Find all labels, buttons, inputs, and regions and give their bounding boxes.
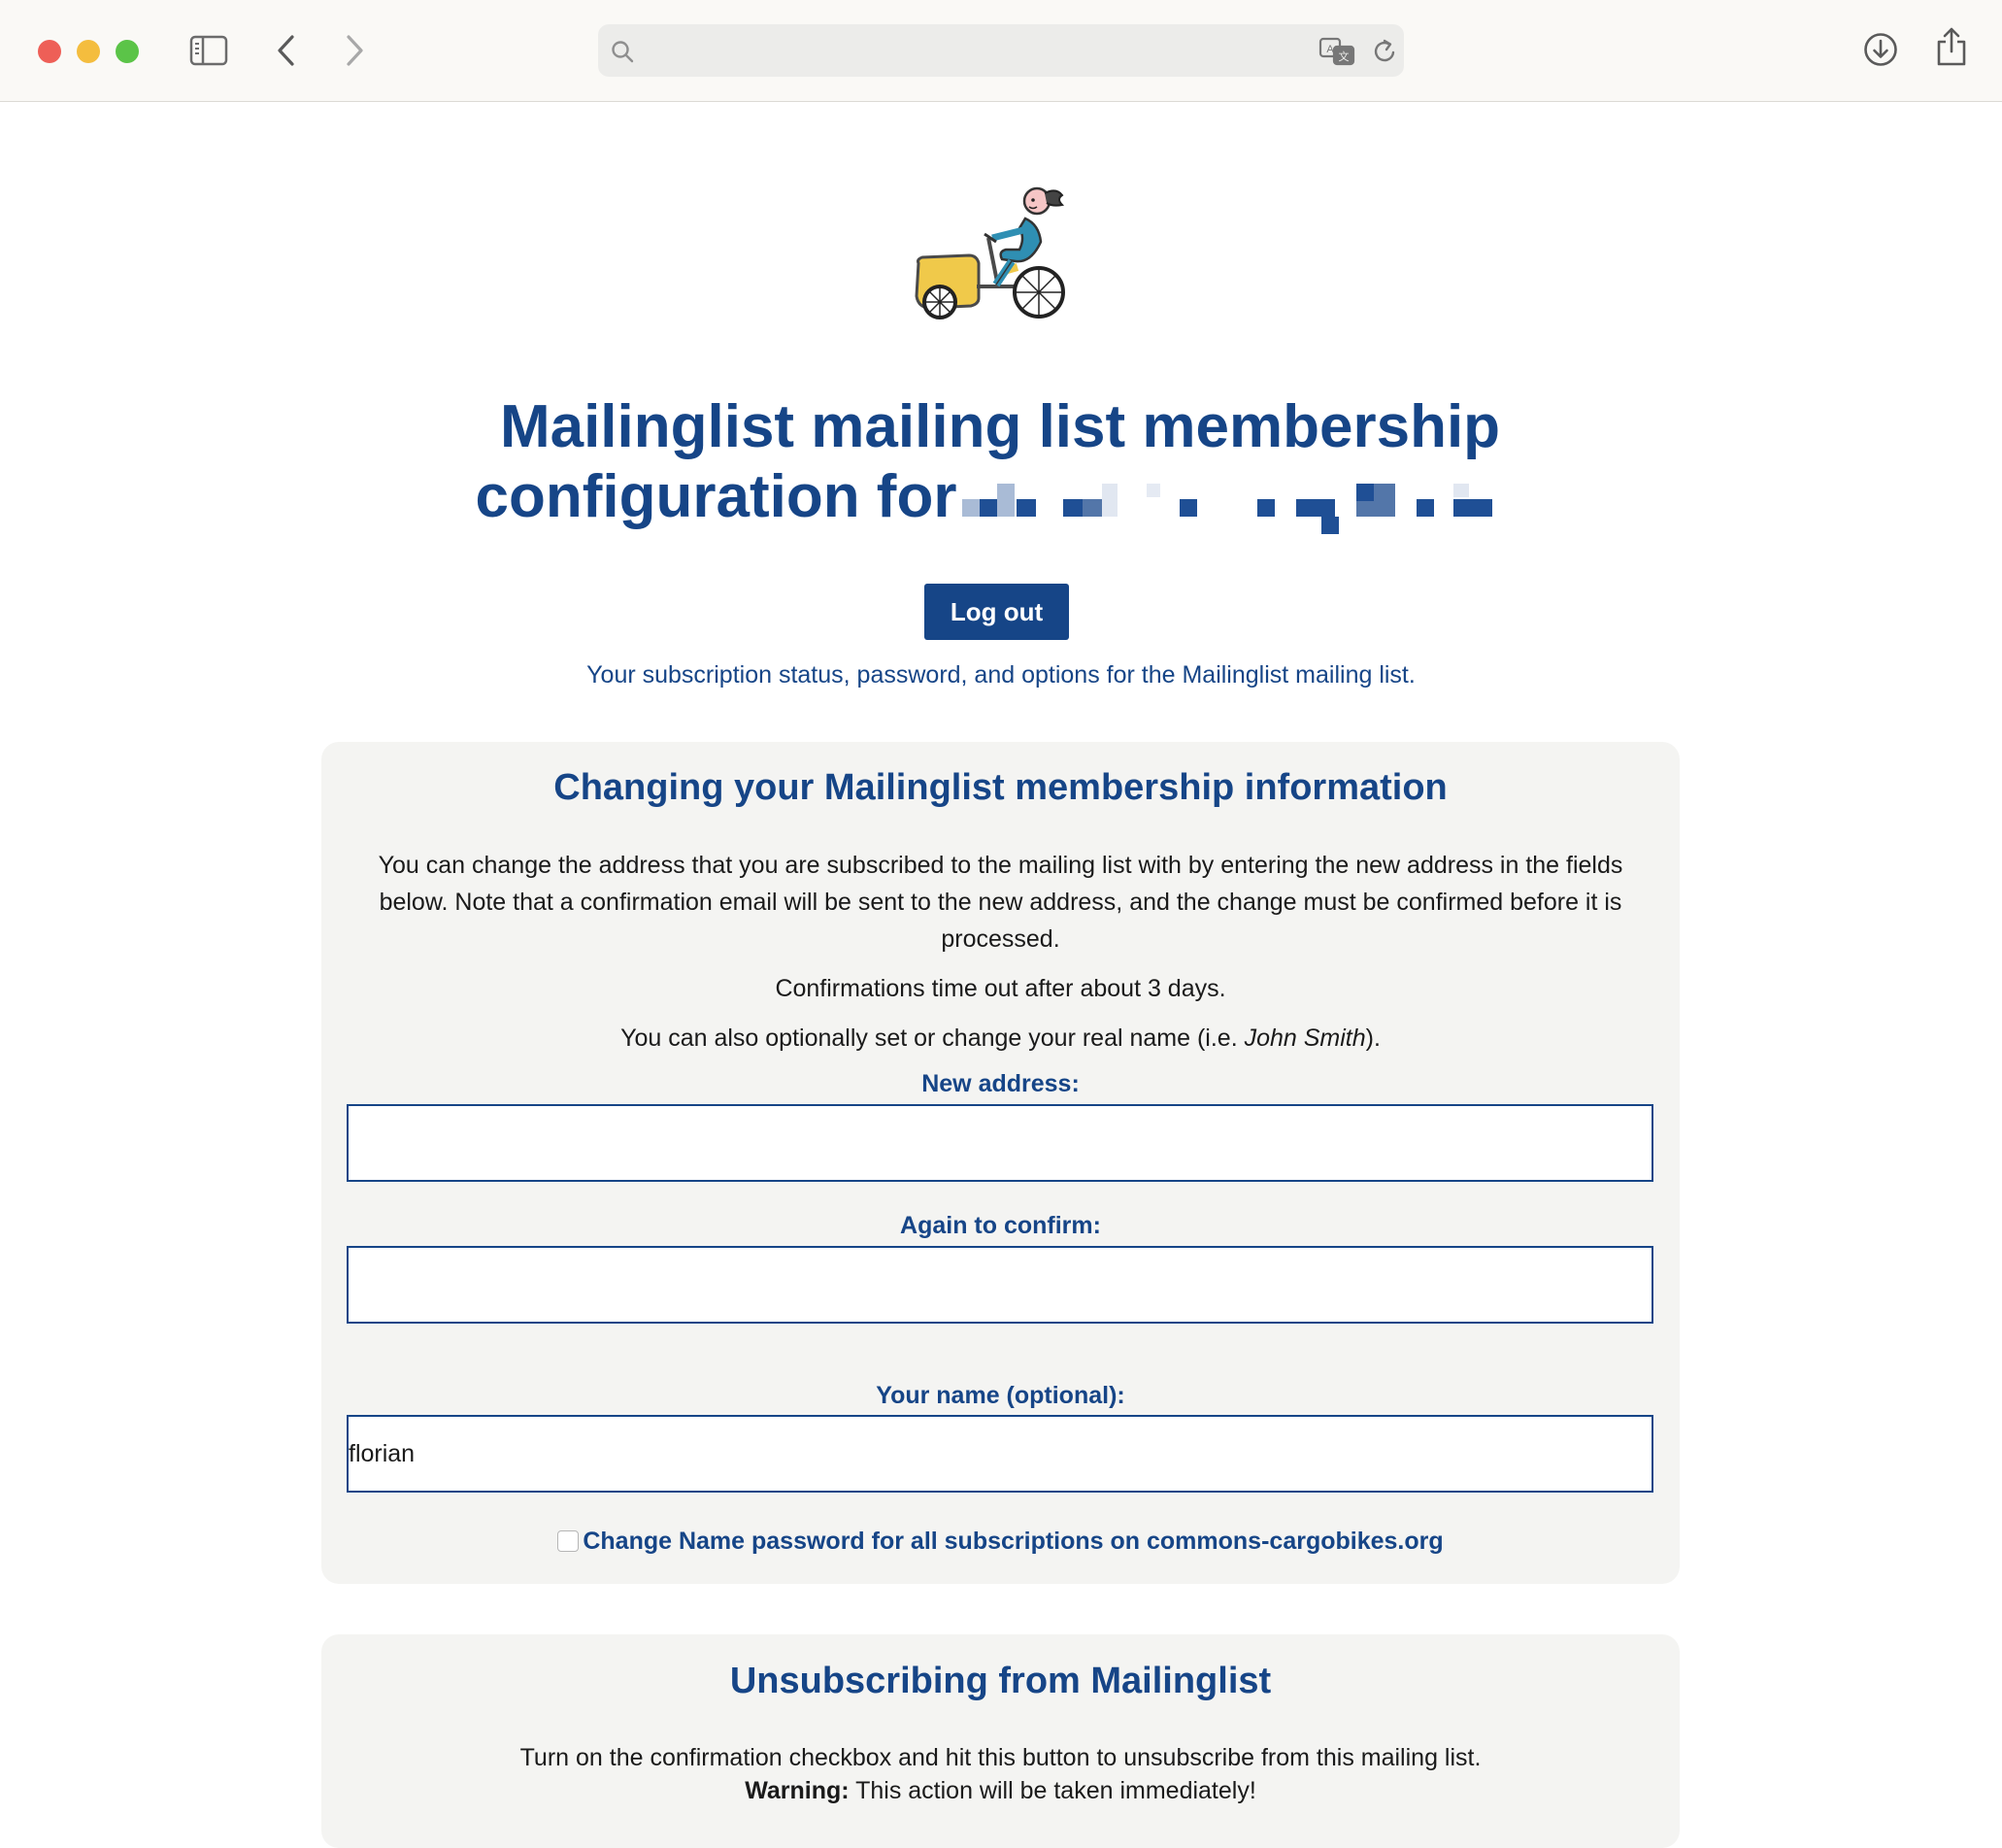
confirm-address-input[interactable]: [347, 1246, 1653, 1324]
real-name-label: Your name (optional):: [876, 1382, 1125, 1409]
address-bar[interactable]: A 文: [598, 24, 1404, 77]
membership-panel: Changing your Mailinglist membership inf…: [321, 742, 1680, 1584]
confirm-address-label: Again to confirm:: [900, 1212, 1101, 1239]
new-address-input[interactable]: [347, 1104, 1653, 1182]
real-name-input[interactable]: [347, 1415, 1653, 1493]
real-name-text-before: You can also optionally set or change yo…: [620, 1025, 1245, 1052]
warning-text: This action will be taken immediately!: [849, 1777, 1256, 1804]
back-icon[interactable]: [275, 33, 298, 68]
real-name-example: John Smith: [1244, 1025, 1366, 1052]
svg-text:文: 文: [1339, 50, 1350, 63]
warning-label: Warning:: [745, 1777, 850, 1804]
forward-icon[interactable]: [343, 33, 366, 68]
reload-icon[interactable]: [1372, 37, 1399, 66]
global-change-label[interactable]: Change Name password for all subscriptio…: [583, 1528, 1443, 1555]
svg-text:A: A: [1326, 44, 1334, 55]
zoom-window-button[interactable]: [116, 40, 139, 63]
new-address-label: New address:: [921, 1070, 1080, 1097]
global-change-option: Change Name password for all subscriptio…: [321, 1525, 1680, 1558]
close-window-button[interactable]: [38, 40, 61, 63]
download-icon[interactable]: [1862, 31, 1899, 68]
real-name-text: You can also optionally set or change yo…: [350, 1020, 1651, 1057]
membership-heading: Changing your Mailinglist membership inf…: [553, 767, 1448, 808]
intro-text: Your subscription status, password, and …: [586, 661, 1416, 689]
real-name-text-after: ).: [1365, 1025, 1381, 1052]
unsubscribe-heading: Unsubscribing from Mailinglist: [729, 1661, 1272, 1701]
title-line-1: Mailinglist mailing list membership: [499, 393, 1501, 460]
redacted-email: [956, 470, 1524, 534]
search-icon: [612, 41, 634, 63]
share-icon[interactable]: [1934, 25, 1969, 68]
title-line-2: configuration for: [320, 462, 1680, 534]
confirmation-timeout-text: Confirmations time out after about 3 day…: [775, 975, 1226, 1002]
unsubscribe-text: Turn on the confirmation checkbox and hi…: [519, 1744, 1482, 1771]
global-change-checkbox[interactable]: [557, 1530, 580, 1552]
cargobike-logo: [915, 186, 1065, 319]
sidebar-icon[interactable]: [189, 35, 228, 66]
translate-icon[interactable]: A 文: [1318, 36, 1357, 67]
membership-description: You can change the address that you are …: [378, 852, 1623, 953]
page-title: Mailinglist mailing list membership conf…: [320, 392, 1680, 534]
logout-button[interactable]: Log out: [924, 584, 1069, 640]
unsubscribe-panel: Unsubscribing from Mailinglist Turn on t…: [321, 1634, 1680, 1848]
unsubscribe-warning: Warning: This action will be taken immed…: [350, 1772, 1651, 1809]
browser-toolbar: A 文: [0, 0, 2002, 102]
minimize-window-button[interactable]: [77, 40, 100, 63]
title-line-2-prefix: configuration for: [475, 463, 957, 530]
